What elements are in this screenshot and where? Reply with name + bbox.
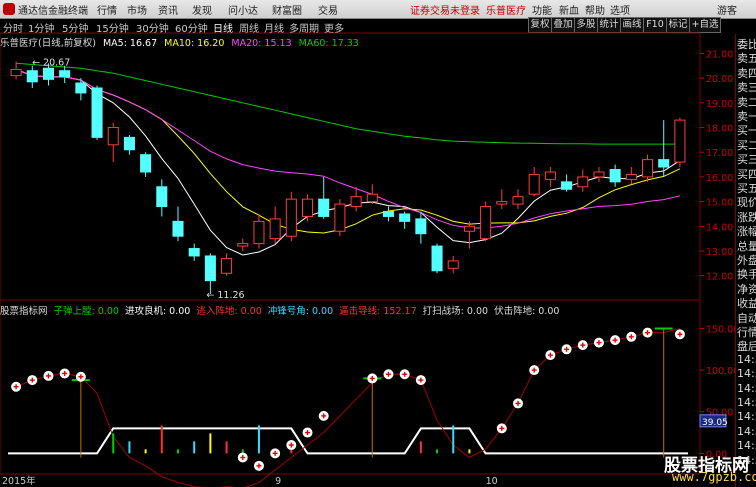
date-label: 9 [275,476,281,487]
candle-body [75,82,87,94]
quote-panel-label: 14:5 [737,367,756,381]
indicator-value-label: 39.05 [702,418,728,428]
candle-body [302,198,314,217]
date-label: 2015年 [2,475,36,487]
price-tick-label: 13.00 [706,247,733,258]
price-panel-border [0,32,701,301]
candle-body [140,154,152,173]
price-tick-label: 19.00 [706,99,733,110]
candle-body [609,169,621,183]
quote-panel-label: 14:5 [737,381,756,395]
candles: ← 20.67 ← 11.26 [10,58,686,301]
candle-body [415,218,427,235]
indicator-panel-border [0,299,701,475]
ambush-line [7,427,689,455]
date-axis: 2015年 9 10 [2,475,498,487]
candle-body [172,220,184,237]
candle-body [334,203,346,232]
candle-body [318,198,330,217]
candle-body [42,67,54,80]
candle-body [625,173,637,180]
price-tick-label: 17.00 [706,148,733,159]
candle-body [544,171,556,180]
pursuit-line [15,328,681,487]
candle-body [10,68,22,77]
ma10-line [15,69,681,234]
candle-body [447,260,459,269]
candle-body [285,198,297,237]
candle-body [188,248,200,257]
candle-body [561,181,573,190]
candle-body [382,210,394,217]
moving-averages [15,62,681,256]
candle-body [674,119,686,163]
candle-body [366,193,378,203]
ma20-line [15,69,681,229]
candle-body [350,196,362,208]
candle-body [593,171,605,178]
price-tick-label: 16.00 [706,173,733,184]
quote-panel-label: 14:5 [737,352,756,366]
candle-body [269,218,281,240]
candle-body [463,225,475,232]
indicator-axis: 150.00100.0050.000.0039.05 [699,324,739,460]
candle-body [642,159,654,178]
candle-body [59,70,71,78]
candle-body [156,186,168,208]
candle-body [399,213,411,222]
price-tick-label: 12.00 [706,272,733,283]
candle-body [480,206,492,240]
price-tick-label: 18.00 [706,124,733,135]
kline-chart[interactable]: ← 20.67 ← 11.26 21.00 20.00 19.00 18.00 17.00… [0,0,756,487]
candle-body [431,245,443,272]
candle-body [528,173,540,195]
low-price-label: ← 11.26 [206,290,244,301]
quote-panel-label: 14:5 [737,424,756,438]
candle-body [123,136,135,151]
candle-body [237,243,249,247]
high-price-label: ← 20.67 [32,58,70,69]
date-label: 10 [486,476,498,487]
candle-body [496,201,508,205]
price-tick-label: 20.00 [706,74,733,85]
candle-body [221,257,233,274]
indicator-panel [7,327,689,487]
candle-body [658,159,670,168]
watermark-url: www.7gpzb.com [672,470,756,484]
price-axis: 21.00 20.00 19.00 18.00 17.00 16.00 15.00 14.00… [700,49,733,283]
candle-body [107,127,119,146]
quote-panel-label: 14:5 [737,410,756,424]
chart-frame [0,32,701,475]
quote-panel: 委比 卖五 卖四 卖三 卖二 卖一 买一 买二 买三 买四 买五 现价 涨跌 涨幅 总量 外盘 换手 净资 收益 自动… [735,34,756,487]
candle-body [91,87,103,138]
candle-body [253,220,265,245]
price-tick-label: 15.00 [706,198,733,209]
candle-body [204,255,216,282]
quote-panel-label: 14:5 [737,396,756,409]
candle-body [26,70,38,83]
price-tick-label: 14.00 [706,222,733,233]
candle-body [577,176,589,188]
candle-body [512,196,524,205]
price-tick-label: 21.00 [706,49,733,60]
